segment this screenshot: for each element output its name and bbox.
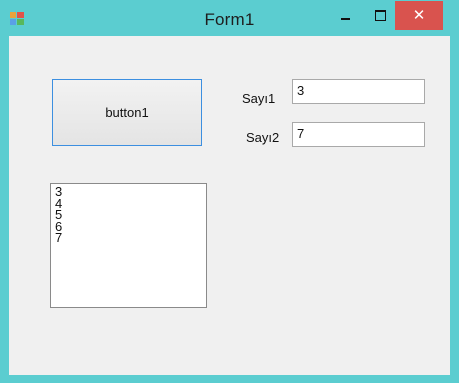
minimize-icon — [340, 17, 350, 20]
list-item[interactable]: 6 — [55, 220, 206, 232]
button1[interactable]: button1 — [52, 79, 202, 146]
sayi1-textbox[interactable]: 3 — [292, 79, 425, 104]
maximize-icon — [374, 10, 386, 21]
close-button[interactable]: ✕ — [395, 1, 443, 30]
minimize-button[interactable] — [331, 1, 359, 30]
sayi1-label: Sayı1 — [242, 91, 276, 106]
list-item[interactable]: 3 — [55, 185, 206, 197]
form-client-area: button1 Sayı1 3 Sayı2 7 3 4 5 6 7 — [9, 36, 450, 375]
sayi2-label: Sayı2 — [246, 130, 280, 145]
list-item[interactable]: 5 — [55, 208, 206, 220]
form1-window: Form1 ✕ button1 Sayı1 3 Sayı2 7 3 4 5 6 … — [0, 0, 459, 383]
list-item[interactable]: 7 — [55, 231, 206, 243]
maximize-button[interactable] — [366, 1, 394, 30]
close-icon: ✕ — [412, 7, 426, 24]
list-item[interactable]: 4 — [55, 197, 206, 209]
number-listbox[interactable]: 3 4 5 6 7 — [50, 183, 207, 308]
sayi2-textbox[interactable]: 7 — [292, 122, 425, 147]
